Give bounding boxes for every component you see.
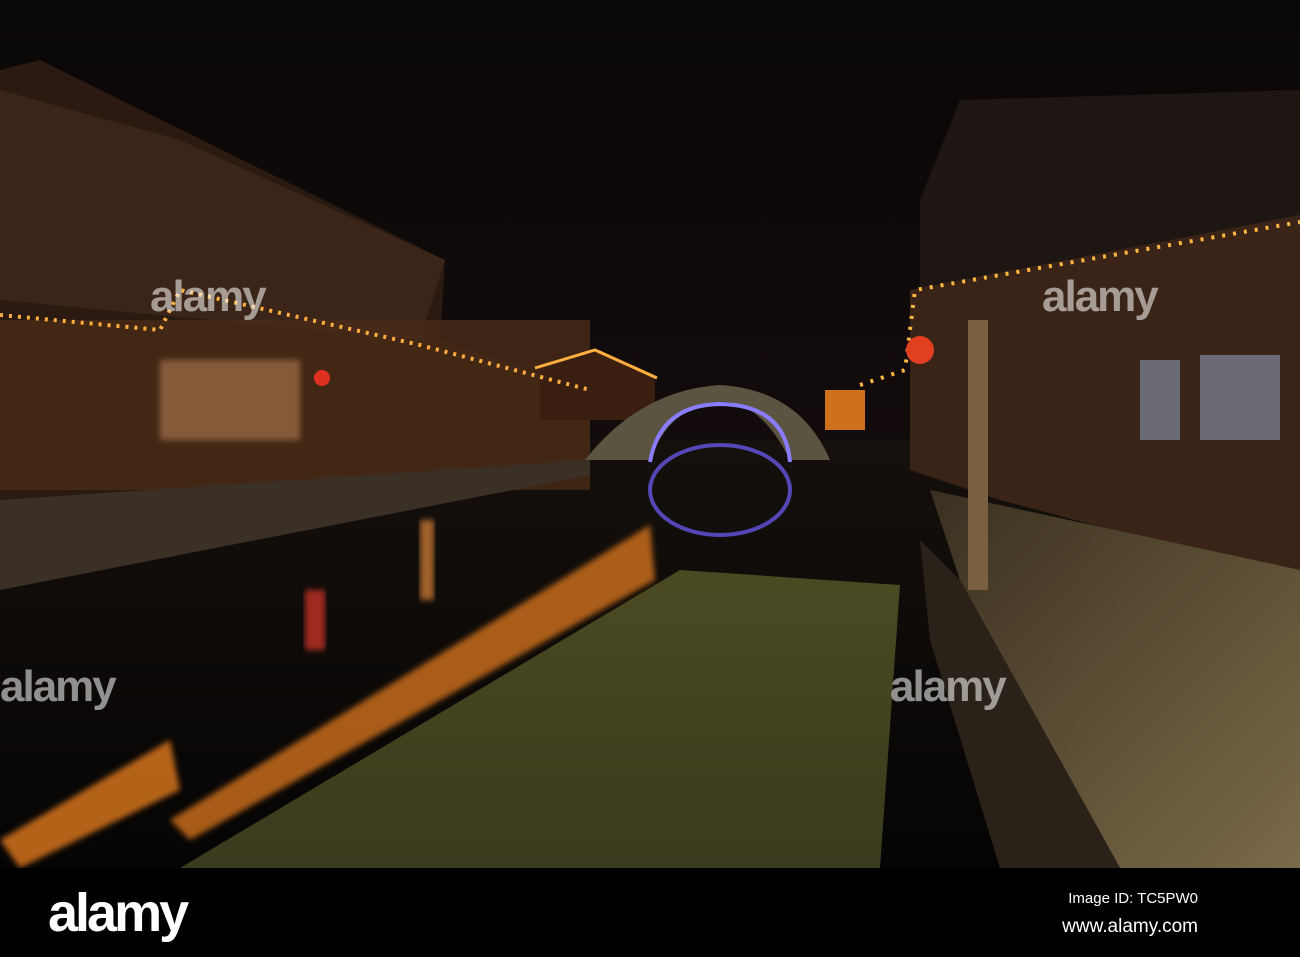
- watermark: alamy: [1042, 272, 1159, 321]
- watermark: alamy: [0, 662, 117, 711]
- lantern: [825, 390, 865, 430]
- canal-night-scene: [0, 0, 1300, 868]
- website-link: www.alamy.com: [1062, 916, 1198, 937]
- stock-photo: alamy alamy alamy alamy alamy Image ID: …: [0, 0, 1300, 957]
- footer-bar: alamy Image ID: TC5PW0 www.alamy.com: [0, 868, 1300, 957]
- watermark: alamy: [890, 662, 1007, 711]
- watermark: alamy: [150, 272, 267, 321]
- pillar: [968, 320, 988, 590]
- lantern: [906, 336, 934, 364]
- lantern: [314, 370, 330, 386]
- image-id: Image ID: TC5PW0: [1068, 890, 1198, 907]
- alamy-logo: alamy: [48, 883, 189, 943]
